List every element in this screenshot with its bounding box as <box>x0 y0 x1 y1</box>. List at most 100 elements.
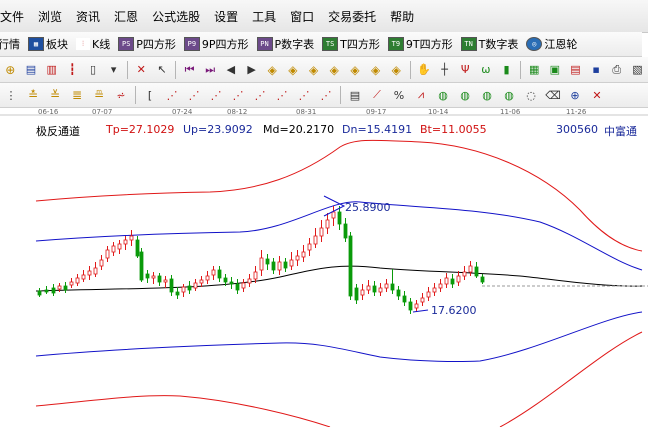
candle-body <box>193 282 198 289</box>
crosshair-icon[interactable]: ┼ <box>437 62 452 78</box>
circle3-icon[interactable]: ◍ <box>479 87 495 103</box>
dropdown-arrow-icon[interactable]: ▾ <box>106 62 121 78</box>
bar-chart-icon[interactable]: ▥ <box>44 62 59 78</box>
diamond-down-icon[interactable]: ◈ <box>327 62 342 78</box>
candle-body <box>354 287 359 301</box>
menu-browse[interactable]: 浏览 <box>31 8 69 25</box>
circle2-icon[interactable]: ◍ <box>457 87 473 103</box>
next-icon[interactable]: ▶ <box>244 62 259 78</box>
candle-body <box>343 223 348 239</box>
candle-body <box>139 251 144 281</box>
spiral-icon[interactable]: ◌ <box>523 87 539 103</box>
cursor-icon[interactable]: ⊕ <box>3 62 18 78</box>
zoom-out-icon[interactable]: ◈ <box>368 62 383 78</box>
hand-icon[interactable]: ✋ <box>417 62 432 78</box>
notes-icon[interactable]: ▤ <box>24 62 39 78</box>
calendar-icon[interactable]: ▦ <box>527 62 542 78</box>
grid-lines-icon[interactable]: ≣ <box>69 87 85 103</box>
menu-formula-select[interactable]: 公式选股 <box>145 8 207 25</box>
toolbar-kline-button[interactable]: ⫶ K线 <box>72 36 114 52</box>
indicator-icon[interactable]: ω <box>479 62 494 78</box>
volume-icon[interactable]: ▮ <box>499 62 514 78</box>
circle4-icon[interactable]: ◍ <box>501 87 517 103</box>
report-icon[interactable]: ▤ <box>568 62 583 78</box>
candle-icon[interactable]: ┇ <box>65 62 80 78</box>
toolbar-t-square-button[interactable]: TS T四方形 <box>318 36 384 52</box>
toolbar-p-number-table-button[interactable]: PN P数字表 <box>253 36 319 52</box>
toolbar-t-number-table-button[interactable]: TN T数字表 <box>457 36 523 52</box>
menu-huien[interactable]: 汇恩 <box>107 8 145 25</box>
bracket-icon[interactable]: [ <box>142 87 158 103</box>
menu-tools[interactable]: 工具 <box>245 8 283 25</box>
toolbar-sector-button[interactable]: ▦ 板块 <box>24 36 72 52</box>
date-label: 07-07 <box>92 108 112 116</box>
gann-fan-icon[interactable]: ⋰ <box>164 87 180 103</box>
p-number-table-icon: PN <box>256 37 273 51</box>
diamond-left-icon[interactable]: ◈ <box>265 62 280 78</box>
menu-file[interactable]: 文件 <box>0 8 31 25</box>
ruler-icon[interactable]: ≛ <box>25 87 41 103</box>
percent-icon[interactable]: % <box>391 87 407 103</box>
gann-fan2-icon[interactable]: ⋰ <box>186 87 202 103</box>
high-price-annotation: 25.8900 <box>345 201 391 214</box>
menu-news[interactable]: 资讯 <box>69 8 107 25</box>
price-chart[interactable]: 06-16 07-07 07-24 08-12 08-31 09-17 10-14 11-06… <box>0 108 648 427</box>
candle-body <box>348 235 353 297</box>
pattern-icon[interactable]: ✕ <box>134 62 149 78</box>
candle-body <box>396 289 401 297</box>
gann-fan7-icon[interactable]: ⋰ <box>296 87 312 103</box>
gann-fan4-icon[interactable]: ⋰ <box>230 87 246 103</box>
candle-body <box>169 278 174 293</box>
candle-body <box>307 243 312 251</box>
zoom-icon[interactable]: ⊕ <box>567 87 583 103</box>
gann-fan3-icon[interactable]: ⋰ <box>208 87 224 103</box>
diamond-up-icon[interactable]: ◈ <box>306 62 321 78</box>
menu-trade[interactable]: 交易委托 <box>321 8 383 25</box>
toolbar-9t-square-button[interactable]: T9 9T四方形 <box>384 36 457 52</box>
fan-icon[interactable]: ≚ <box>47 87 63 103</box>
first-page-icon[interactable]: ⏮ <box>182 62 197 78</box>
menu-window[interactable]: 窗口 <box>283 8 321 25</box>
stock-name: 中富通 <box>604 125 637 138</box>
vertical-line-icon[interactable]: ⋮ <box>3 87 19 103</box>
gann-angle-icon[interactable]: Ψ <box>458 62 473 78</box>
circle-icon[interactable]: ◍ <box>435 87 451 103</box>
arc-icon[interactable]: ≞ <box>91 87 107 103</box>
diamond-right-icon[interactable]: ◈ <box>286 62 301 78</box>
toolbar-gann-wheel-button[interactable]: ◎ 江恩轮 <box>522 36 581 52</box>
candle-body <box>187 285 192 291</box>
print-icon[interactable]: ⎙ <box>610 62 625 78</box>
single-candle-icon[interactable]: ▯ <box>86 62 101 78</box>
gann-fan6-icon[interactable]: ⋰ <box>274 87 290 103</box>
last-page-icon[interactable]: ⏭ <box>203 62 218 78</box>
menu-help[interactable]: 帮助 <box>383 8 421 25</box>
cursor-arrow-icon[interactable]: ↖ <box>155 62 170 78</box>
wave-icon[interactable]: ⩫ <box>113 87 129 103</box>
candle-body <box>229 281 234 285</box>
gann-fan8-icon[interactable]: ⋰ <box>318 87 334 103</box>
gann-fan5-icon[interactable]: ⋰ <box>252 87 268 103</box>
date-label: 08-12 <box>227 108 247 116</box>
menu-settings[interactable]: 设置 <box>207 8 245 25</box>
candle-body <box>337 211 342 225</box>
delete-icon[interactable]: ✕ <box>589 87 605 103</box>
ratio-icon[interactable]: ⩘ <box>413 87 429 103</box>
toolbar-9p-square-button[interactable]: P9 9P四方形 <box>180 36 253 52</box>
toolbar-p-square-button[interactable]: PS P四方形 <box>114 36 180 52</box>
candle-body <box>93 267 98 275</box>
trend-icon[interactable]: ⟋ <box>369 87 385 103</box>
candle-body <box>105 249 110 259</box>
save-icon[interactable]: ▪ <box>589 62 604 78</box>
table-icon[interactable]: ▤ <box>347 87 363 103</box>
diamond-extra-icon[interactable]: ◈ <box>389 62 404 78</box>
sheet-icon[interactable]: ▣ <box>547 62 562 78</box>
export-icon[interactable]: ▧ <box>630 62 645 78</box>
candles <box>37 206 485 314</box>
bt-value: Bt=11.0055 <box>420 123 487 136</box>
candle-body <box>295 255 300 261</box>
toolbar-quote-button[interactable]: 行情 <box>0 36 24 52</box>
eraser-icon[interactable]: ⌫ <box>545 87 561 103</box>
zoom-in-icon[interactable]: ◈ <box>348 62 363 78</box>
prev-icon[interactable]: ◀ <box>224 62 239 78</box>
candle-body <box>69 281 74 286</box>
